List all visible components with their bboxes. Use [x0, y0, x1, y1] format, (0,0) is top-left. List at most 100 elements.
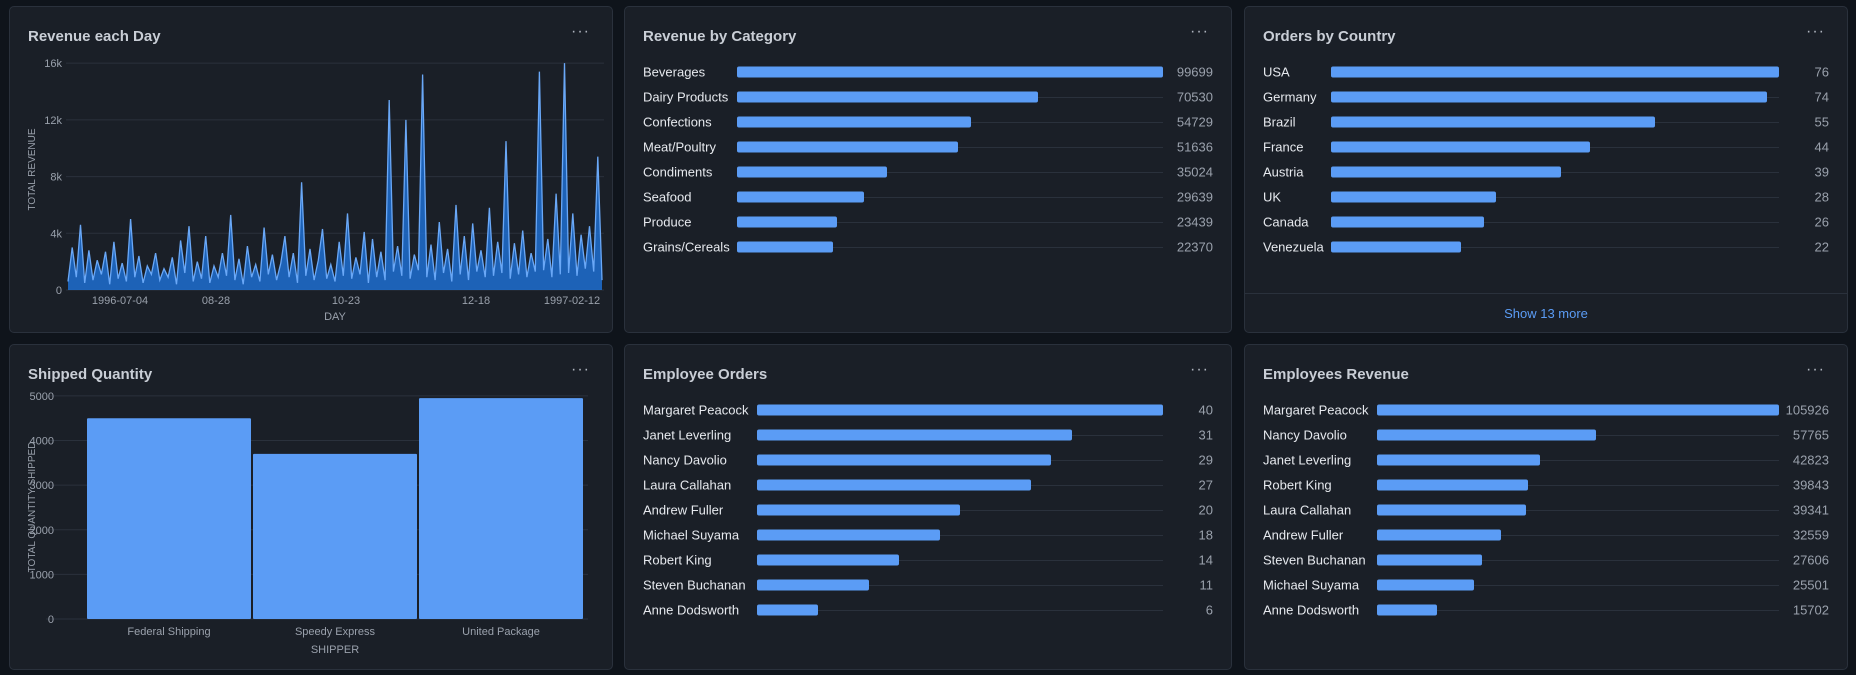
bar-value: 105926 — [1785, 402, 1829, 417]
bar — [737, 166, 887, 177]
bar-label: Margaret Peacock — [643, 402, 749, 417]
bar — [737, 66, 1163, 77]
bar-row[interactable]: Janet Leverling 42823 — [1263, 447, 1829, 472]
country-bar-list: USA 76 Germany 74 Brazil 55 France 44 Austria 39 U… — [1263, 59, 1829, 259]
bar-value: 31 — [1198, 427, 1213, 442]
bar-label: Canada — [1263, 214, 1309, 229]
bar-label: Janet Leverling — [1263, 452, 1352, 467]
bar-row[interactable]: Anne Dodsworth 6 — [643, 597, 1213, 622]
employee-orders-bar-list: Margaret Peacock 40 Janet Leverling 31 Nancy… — [643, 397, 1213, 622]
card-title: Revenue by Category — [643, 28, 797, 45]
bar-row[interactable]: Seafood 29639 — [643, 184, 1213, 209]
bar-track — [1377, 609, 1779, 611]
more-options-icon[interactable]: ··· — [1806, 361, 1825, 379]
bar-value: 76 — [1814, 64, 1829, 79]
bar-row[interactable]: Dairy Products 70530 — [643, 84, 1213, 109]
bar-value: 20 — [1198, 502, 1213, 517]
more-options-icon[interactable]: ··· — [1190, 361, 1209, 379]
bar-value: 74 — [1814, 89, 1829, 104]
bar-row[interactable]: Venezuela 22 — [1263, 234, 1829, 259]
bar-value: 27 — [1198, 477, 1213, 492]
bar-row[interactable]: Steven Buchanan 27606 — [1263, 547, 1829, 572]
bar-value: 32559 — [1792, 527, 1829, 542]
bar-value: 44 — [1814, 139, 1829, 154]
bar-row[interactable]: Laura Callahan 27 — [643, 472, 1213, 497]
bar-value: 70530 — [1176, 89, 1213, 104]
bar-row[interactable]: Margaret Peacock 105926 — [1263, 397, 1829, 422]
bar-row[interactable]: Meat/Poultry 51636 — [643, 134, 1213, 159]
revenue-each-day-card: Revenue each Day ··· 0 4k 8k 12k 16k 1996-07-… — [9, 6, 613, 333]
x-tick-label: 10-23 — [332, 295, 360, 307]
bar-row[interactable]: Margaret Peacock 40 — [643, 397, 1213, 422]
y-tick-label: 0 — [56, 285, 62, 297]
show-more-link[interactable]: Show 13 more — [1245, 293, 1847, 332]
bar-row[interactable]: USA 76 — [1263, 59, 1829, 84]
bar-row[interactable]: Laura Callahan 39341 — [1263, 497, 1829, 522]
x-tick-label: 1996-07-04 — [92, 295, 148, 307]
bar-label: Grains/Cereals — [643, 239, 730, 254]
bar-row[interactable]: Brazil 55 — [1263, 109, 1829, 134]
bar-label: Germany — [1263, 89, 1317, 104]
x-tick-label: Federal Shipping — [127, 626, 210, 638]
bar — [737, 216, 838, 227]
bar-row[interactable]: Andrew Fuller 20 — [643, 497, 1213, 522]
bar-row[interactable]: UK 28 — [1263, 184, 1829, 209]
bar — [1377, 454, 1540, 465]
bar-row[interactable]: Condiments 35024 — [643, 159, 1213, 184]
y-tick-label: 12k — [44, 115, 62, 127]
more-options-icon[interactable]: ··· — [1190, 23, 1209, 41]
bar-row[interactable]: Beverages 99699 — [643, 59, 1213, 84]
bar — [253, 453, 417, 619]
card-title: Employees Revenue — [1263, 366, 1409, 383]
bar-label: Produce — [643, 214, 692, 229]
revenue-by-category-card: Revenue by Category ··· Beverages 99699 Da… — [624, 6, 1232, 333]
bar-label: Janet Leverling — [643, 427, 732, 442]
bar-row[interactable]: Andrew Fuller 32559 — [1263, 522, 1829, 547]
bar — [757, 404, 1163, 415]
bar-row[interactable]: Robert King 39843 — [1263, 472, 1829, 497]
bar-row[interactable]: Steven Buchanan 11 — [643, 572, 1213, 597]
bar-row[interactable]: Janet Leverling 31 — [643, 422, 1213, 447]
card-title: Orders by Country — [1263, 28, 1396, 45]
bar-value: 35024 — [1176, 164, 1213, 179]
bar-label: Laura Callahan — [643, 477, 732, 492]
dashboard: Revenue each Day ··· 0 4k 8k 12k 16k 1996-07-… — [0, 0, 1856, 675]
bar — [1331, 91, 1768, 102]
y-tick-label: 4k — [50, 228, 62, 240]
bar-value: 29 — [1198, 452, 1213, 467]
bar-label: Dairy Products — [643, 89, 729, 104]
bar-row[interactable]: Grains/Cereals 22370 — [643, 234, 1213, 259]
bar-value: 99699 — [1176, 64, 1213, 79]
bar-row[interactable]: Canada 26 — [1263, 209, 1829, 234]
bar — [1377, 604, 1437, 615]
bar — [1331, 241, 1461, 252]
bar — [1331, 141, 1591, 152]
bar-row[interactable]: Robert King 14 — [643, 547, 1213, 572]
bar — [1331, 191, 1497, 202]
bar — [757, 579, 869, 590]
y-tick-label: 16k — [44, 58, 62, 70]
bar-row[interactable]: Germany 74 — [1263, 84, 1829, 109]
bar-row[interactable]: Anne Dodsworth 15702 — [1263, 597, 1829, 622]
bar-value: 22370 — [1176, 239, 1213, 254]
bar-row[interactable]: Confections 54729 — [643, 109, 1213, 134]
bar — [1331, 66, 1779, 77]
bar-row[interactable]: Produce 23439 — [643, 209, 1213, 234]
bar-row[interactable]: Nancy Davolio 57765 — [1263, 422, 1829, 447]
bar-value: 28 — [1814, 189, 1829, 204]
bar-label: Nancy Davolio — [643, 452, 727, 467]
bar-label: Seafood — [643, 189, 692, 204]
bar-row[interactable]: Michael Suyama 18 — [643, 522, 1213, 547]
bar — [1377, 479, 1529, 490]
bar-row[interactable]: Nancy Davolio 29 — [643, 447, 1213, 472]
bar-row[interactable]: Austria 39 — [1263, 159, 1829, 184]
bar-row[interactable]: Michael Suyama 25501 — [1263, 572, 1829, 597]
bar-label: Steven Buchanan — [643, 577, 746, 592]
bar — [757, 529, 940, 540]
more-options-icon[interactable]: ··· — [1806, 23, 1825, 41]
bar-row[interactable]: France 44 — [1263, 134, 1829, 159]
bar — [1377, 404, 1779, 415]
bar-label: Steven Buchanan — [1263, 552, 1366, 567]
shipped-quantity-chart: 010002000300040005000Federal Shipping Spe… — [27, 391, 588, 656]
bar-label: USA — [1263, 64, 1290, 79]
